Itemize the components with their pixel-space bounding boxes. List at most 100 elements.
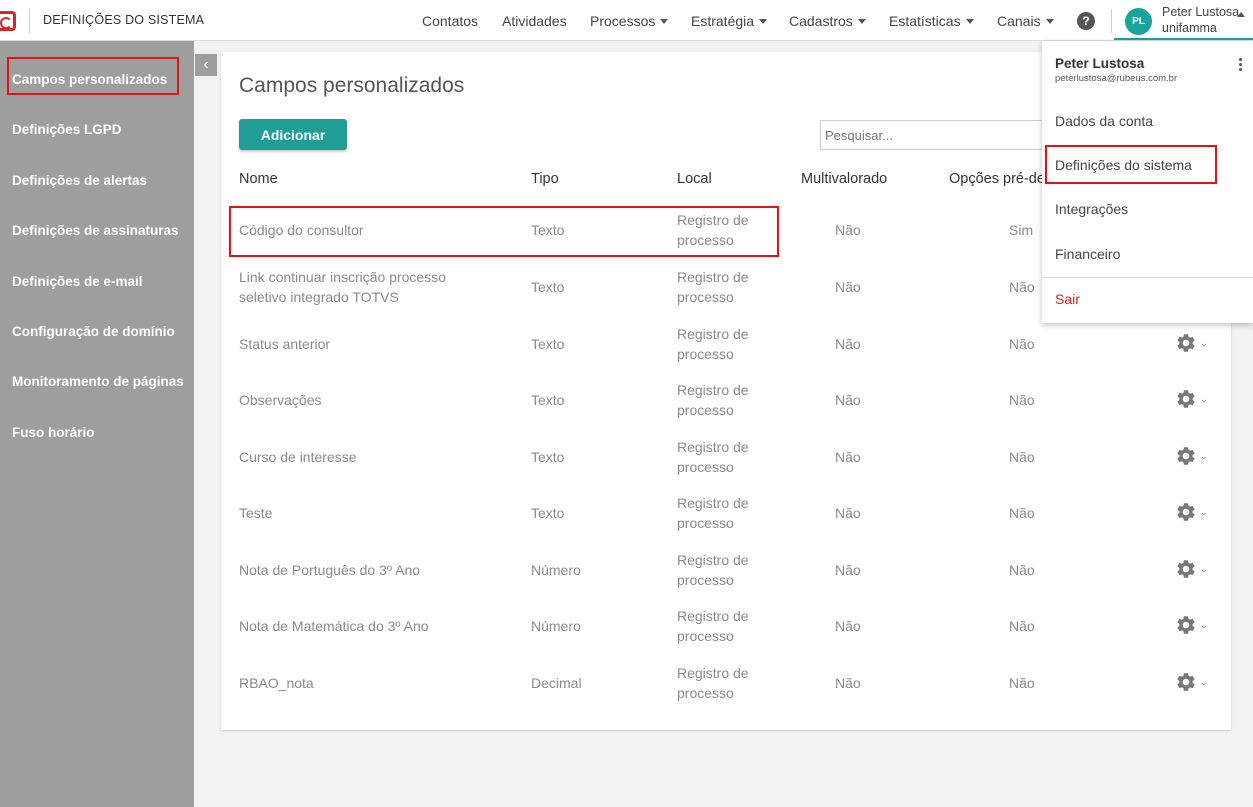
cell-nome[interactable]: Código do consultor xyxy=(239,220,364,240)
column-header-nome: Nome xyxy=(239,171,278,187)
sidebar-item-definicoes-alertas[interactable]: Definições de alertas xyxy=(12,173,147,188)
logout-link[interactable]: Sair xyxy=(1055,291,1080,307)
sidebar: Campos personalizados Definições LGPD De… xyxy=(0,41,194,807)
caret-up-icon xyxy=(1237,12,1245,17)
cell-local: Registro de processo xyxy=(677,493,749,533)
avatar: PL xyxy=(1125,8,1152,35)
page-title: Campos personalizados xyxy=(239,74,465,97)
row-actions-gear-icon[interactable]: ⌄ xyxy=(1175,671,1211,693)
cell-tipo: Texto xyxy=(531,392,565,408)
cell-tipo: Decimal xyxy=(531,675,582,691)
cell-local: Registro de processo xyxy=(677,324,749,364)
row-actions-gear-icon[interactable]: ⌄ xyxy=(1175,614,1211,636)
sidebar-item-configuracao-dominio[interactable]: Configuração de domínio xyxy=(12,324,175,339)
cell-nome[interactable]: RBAO_nota xyxy=(239,673,314,693)
app-title: DEFINIÇÕES DO SISTEMA xyxy=(43,13,205,27)
nav-label: Cadastros xyxy=(789,13,853,29)
cell-tipo: Número xyxy=(531,618,581,634)
user-dropdown-menu: Peter Lustosa peterlustosa@rubeus.com.br… xyxy=(1042,41,1253,323)
cell-opcoes: Não xyxy=(1009,449,1035,465)
sidebar-item-definicoes-email[interactable]: Definições de e-mail xyxy=(12,274,143,289)
menu-item-integracoes[interactable]: Integrações xyxy=(1055,201,1128,217)
cell-multivalorado: Não xyxy=(835,279,861,295)
cell-text: processo xyxy=(677,459,734,475)
cell-tipo: Número xyxy=(531,562,581,578)
chevron-down-icon: ⌄ xyxy=(1200,451,1208,461)
search-input[interactable] xyxy=(820,120,1080,150)
cell-text: Código do consultor xyxy=(239,222,364,238)
add-button[interactable]: Adicionar xyxy=(239,119,347,150)
row-actions-gear-icon[interactable]: ⌄ xyxy=(1175,558,1211,580)
cell-nome[interactable]: Teste xyxy=(239,503,272,523)
cell-text: Nota de Matemática do 3º Ano xyxy=(239,618,429,634)
cell-multivalorado: Não xyxy=(835,618,861,634)
cell-text: processo xyxy=(677,572,734,588)
cell-opcoes: Não xyxy=(1009,562,1035,578)
user-name: Peter Lustosa xyxy=(1162,5,1240,19)
nav-label: Estratégia xyxy=(691,13,755,29)
nav-estrategia[interactable]: Estratégia xyxy=(691,13,768,29)
cell-local: Registro de processo xyxy=(677,663,749,703)
cell-opcoes: Não xyxy=(1009,336,1035,352)
dropdown-user-name: Peter Lustosa xyxy=(1055,56,1145,71)
cell-opcoes: Não xyxy=(1009,505,1035,521)
nav-contatos[interactable]: Contatos xyxy=(422,13,478,29)
cell-text: Registro de xyxy=(677,326,749,342)
cell-local: Registro de processo xyxy=(677,606,749,646)
cell-nome[interactable]: Nota de Matemática do 3º Ano xyxy=(239,616,429,636)
nav-estatisticas[interactable]: Estatísticas xyxy=(889,13,974,29)
cell-multivalorado: Não xyxy=(835,392,861,408)
app-logo-icon[interactable] xyxy=(0,11,16,31)
nav-atividades[interactable]: Atividades xyxy=(502,13,567,29)
sidebar-item-definicoes-assinaturas[interactable]: Definições de assinaturas xyxy=(12,223,179,238)
cell-text: Status anterior xyxy=(239,336,331,352)
cell-nome[interactable]: Observações xyxy=(239,390,321,410)
cell-local: Registro de processo xyxy=(677,437,749,477)
user-org: unifamma xyxy=(1162,21,1217,35)
sidebar-item-fuso-horario[interactable]: Fuso horário xyxy=(12,425,95,440)
menu-item-financeiro[interactable]: Financeiro xyxy=(1055,246,1120,262)
row-actions-gear-icon[interactable]: ⌄ xyxy=(1175,501,1211,523)
row-actions-gear-icon[interactable]: ⌄ xyxy=(1175,332,1211,354)
nav-cadastros[interactable]: Cadastros xyxy=(789,13,866,29)
cell-nome[interactable]: Curso de interesse xyxy=(239,447,357,467)
cell-nome[interactable]: Link continuar inscrição processo seletiv… xyxy=(239,267,446,307)
chevron-down-icon: ⌄ xyxy=(1200,394,1208,404)
divider xyxy=(1111,9,1112,33)
cell-text: processo xyxy=(677,232,734,248)
chevron-down-icon: ⌄ xyxy=(1200,620,1208,630)
caret-down-icon xyxy=(660,18,669,24)
sidebar-item-monitoramento-paginas[interactable]: Monitoramento de páginas xyxy=(12,374,184,389)
more-options-icon[interactable] xyxy=(1236,57,1244,75)
cell-opcoes: Não xyxy=(1009,392,1035,408)
nav-label: Canais xyxy=(997,13,1041,29)
caret-down-icon xyxy=(759,18,768,24)
nav-canais[interactable]: Canais xyxy=(997,13,1054,29)
user-menu-toggle[interactable]: PL Peter Lustosa unifamma xyxy=(1114,0,1253,40)
sidebar-item-definicoes-lgpd[interactable]: Definições LGPD xyxy=(12,122,122,137)
menu-item-dados-conta[interactable]: Dados da conta xyxy=(1055,113,1153,129)
sidebar-item-campos-personalizados[interactable]: Campos personalizados xyxy=(12,72,167,87)
row-actions-gear-icon[interactable]: ⌄ xyxy=(1175,388,1211,410)
cell-multivalorado: Não xyxy=(835,336,861,352)
nav-processos[interactable]: Processos xyxy=(590,13,669,29)
cell-tipo: Texto xyxy=(531,222,565,238)
cell-nome[interactable]: Nota de Português do 3º Ano xyxy=(239,560,420,580)
cell-multivalorado: Não xyxy=(835,562,861,578)
menu-item-definicoes-sistema[interactable]: Definições do sistema xyxy=(1055,157,1192,173)
cell-opcoes: Não xyxy=(1009,279,1035,295)
row-actions-gear-icon[interactable]: ⌄ xyxy=(1175,445,1211,467)
cell-local: Registro de processo xyxy=(677,267,749,307)
top-bar: DEFINIÇÕES DO SISTEMA Contatos Atividade… xyxy=(0,0,1253,41)
cell-text: processo xyxy=(677,289,734,305)
cell-tipo: Texto xyxy=(531,449,565,465)
collapse-sidebar-icon[interactable]: ‹ xyxy=(195,54,217,76)
cell-opcoes: Não xyxy=(1009,618,1035,634)
cell-nome[interactable]: Status anterior xyxy=(239,334,330,354)
column-header-local: Local xyxy=(677,171,712,187)
cell-tipo: Texto xyxy=(531,336,565,352)
help-icon[interactable]: ? xyxy=(1077,12,1095,30)
cell-text: Curso de interesse xyxy=(239,449,357,465)
chevron-down-icon: ⌄ xyxy=(1200,507,1208,517)
cell-text: Registro de xyxy=(677,439,749,455)
